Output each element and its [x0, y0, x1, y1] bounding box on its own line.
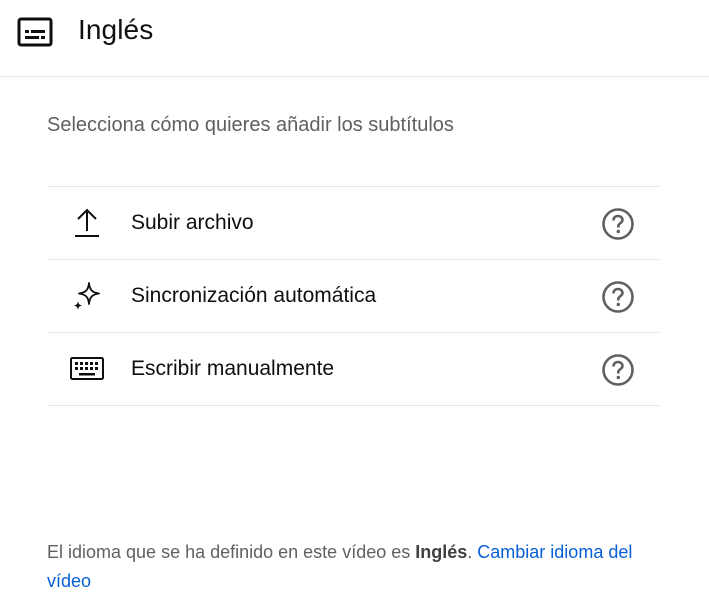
current-language: Inglés — [415, 542, 468, 562]
option-label: Sincronización automática — [131, 284, 377, 307]
language-title: Inglés — [78, 14, 154, 45]
subtitle-method-prompt: Selecciona cómo quieres añadir los subtí… — [47, 114, 454, 136]
option-upload-file[interactable]: Subir archivo — [47, 187, 659, 260]
footer-text: El idioma que se ha definido en este víd… — [47, 542, 416, 562]
option-type-manually[interactable]: Escribir manualmente — [47, 333, 659, 406]
option-label: Subir archivo — [131, 211, 254, 234]
subtitle-options-list: Subir archivo Sincronización automática — [47, 186, 659, 406]
help-icon[interactable] — [601, 353, 635, 387]
footer-text-separator: . — [467, 542, 478, 562]
language-info-footer: El idioma que se ha definido en este víd… — [47, 538, 667, 596]
option-auto-sync[interactable]: Sincronización automática — [47, 260, 659, 333]
upload-icon — [75, 208, 99, 237]
dialog-header: Inglés — [0, 0, 709, 77]
help-icon[interactable] — [601, 280, 635, 314]
subtitles-icon — [17, 17, 53, 47]
sparkle-icon — [73, 282, 100, 310]
keyboard-icon — [70, 357, 104, 380]
help-icon[interactable] — [601, 207, 635, 241]
option-label: Escribir manualmente — [131, 357, 335, 380]
